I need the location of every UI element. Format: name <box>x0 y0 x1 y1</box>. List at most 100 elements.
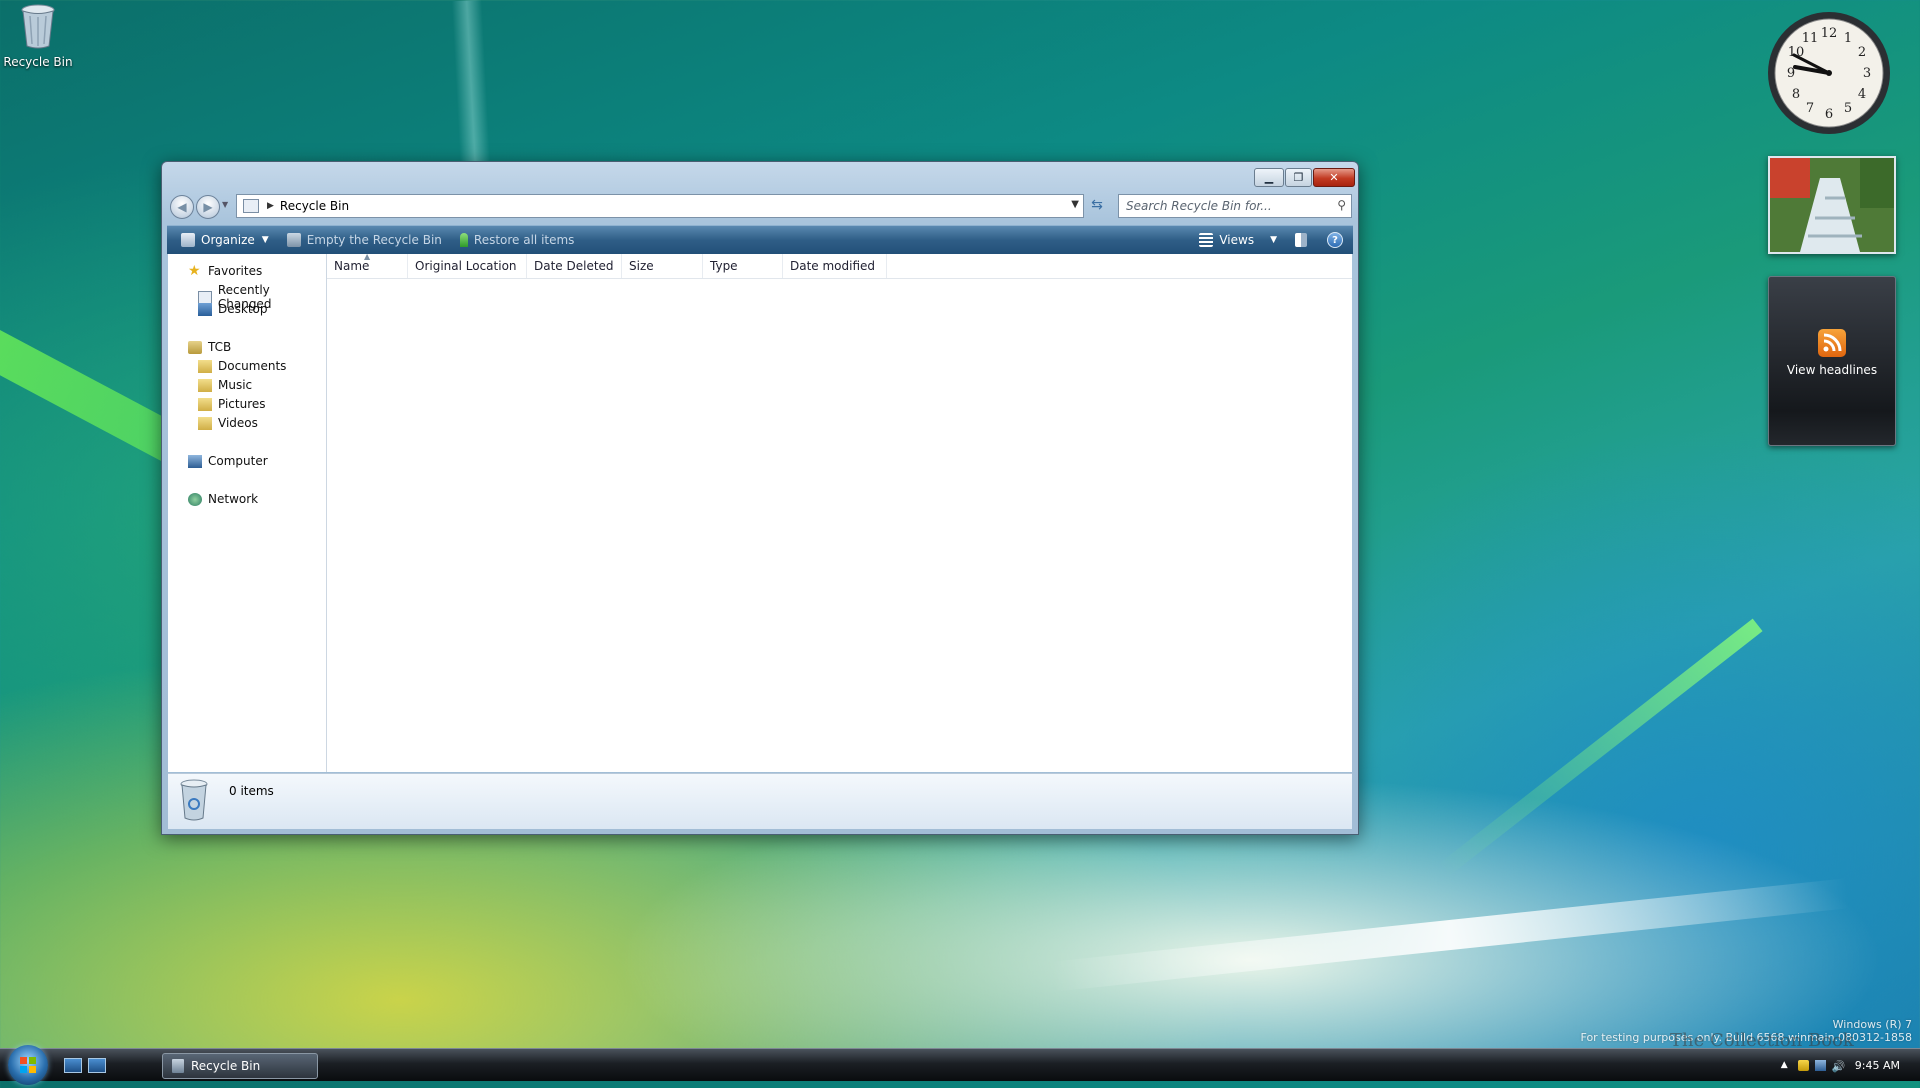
organize-label: Organize <box>201 233 255 247</box>
column-name[interactable]: ▲ Name <box>327 252 408 278</box>
user-folder-icon <box>188 340 202 354</box>
search-box[interactable]: ⚲ <box>1118 194 1352 218</box>
help-button[interactable]: ? <box>1327 232 1343 248</box>
nav-label: Network <box>208 492 259 506</box>
address-bar[interactable]: ▶ Recycle Bin ▼ <box>236 194 1084 218</box>
recycle-bin-icon <box>180 779 208 821</box>
maximize-button[interactable]: ❐ <box>1285 168 1312 187</box>
column-size[interactable]: Size <box>622 254 703 278</box>
rss-icon <box>1818 329 1846 357</box>
nav-pictures[interactable]: Pictures <box>198 397 266 411</box>
breadcrumb-recycle-bin[interactable]: Recycle Bin <box>280 199 349 213</box>
star-icon: ★ <box>188 262 201 279</box>
desktop-recycle-bin[interactable]: Recycle Bin <box>0 0 76 69</box>
column-type[interactable]: Type <box>703 254 783 278</box>
desktop-icon-label: Recycle Bin <box>3 55 73 69</box>
preview-pane-icon <box>1295 233 1307 247</box>
waterfall-image <box>1770 158 1894 252</box>
restore-icon: ❐ <box>1293 171 1304 184</box>
minimize-button[interactable]: ▁ <box>1254 168 1284 187</box>
folder-icon <box>198 397 212 411</box>
folder-icon <box>198 359 212 373</box>
breadcrumb-chevron-icon[interactable]: ▶ <box>267 201 274 211</box>
nav-label: Pictures <box>218 397 266 411</box>
help-icon: ? <box>1332 234 1338 246</box>
back-button[interactable]: ◀ <box>170 195 194 219</box>
close-button[interactable]: ✕ <box>1313 168 1355 187</box>
slideshow-gadget[interactable] <box>1768 156 1896 254</box>
column-label: Size <box>629 259 654 273</box>
forward-button[interactable]: ▶ <box>196 195 220 219</box>
refresh-button[interactable]: ⇆ <box>1086 194 1108 216</box>
column-label: Original Location <box>415 259 517 273</box>
clock-numeral: 12 <box>1821 26 1838 41</box>
wallpaper-streak <box>1437 618 1763 878</box>
views-button[interactable]: Views ▼ <box>1195 228 1281 252</box>
forward-arrow-icon: ▶ <box>203 200 213 214</box>
nav-label: Documents <box>218 359 287 373</box>
show-desktop-icon[interactable] <box>64 1058 82 1073</box>
recent-pages-dropdown-icon[interactable]: ▼ <box>222 200 228 209</box>
recycle-bin-window[interactable]: ▁ ❐ ✕ ◀ ▶ ▼ ▶ Recycle Bin ▼ ⇆ ⚲ Organize… <box>161 161 1359 835</box>
column-original-location[interactable]: Original Location <box>408 254 527 278</box>
nav-label: TCB <box>208 340 232 354</box>
column-date-deleted[interactable]: Date Deleted <box>527 254 622 278</box>
navigation-bar: ◀ ▶ ▼ ▶ Recycle Bin ▼ ⇆ ⚲ <box>170 194 1352 219</box>
volume-icon[interactable]: 🔊 <box>1832 1060 1846 1073</box>
nav-videos[interactable]: Videos <box>198 416 258 430</box>
preview-pane-button[interactable] <box>1291 228 1317 252</box>
switch-windows-icon[interactable] <box>88 1058 106 1073</box>
close-icon: ✕ <box>1329 171 1339 184</box>
clock-numeral: 4 <box>1858 87 1866 102</box>
dropdown-arrow-icon: ▼ <box>1270 235 1277 245</box>
desktop-icon <box>198 302 212 316</box>
nav-desktop[interactable]: Desktop <box>198 302 268 316</box>
recycle-bin-icon <box>172 1059 184 1073</box>
item-count: 0 items <box>229 784 274 798</box>
restore-arrow-icon <box>459 233 468 247</box>
nav-user-folder[interactable]: TCB <box>188 340 231 354</box>
clock-numeral: 5 <box>1844 101 1852 116</box>
taskbar-recycle-bin[interactable]: Recycle Bin <box>162 1053 318 1079</box>
nav-label: Desktop <box>218 302 268 316</box>
clock-time[interactable]: 9:45 AM <box>1855 1059 1900 1072</box>
nav-network[interactable]: Network <box>188 492 258 506</box>
file-list[interactable]: ▲ Name Original Location Date Deleted Si… <box>327 252 1352 772</box>
folder-icon <box>198 378 212 392</box>
address-dropdown-icon[interactable]: ▼ <box>1071 199 1079 210</box>
views-icon <box>1199 233 1214 247</box>
nav-favorites[interactable]: ★ Favorites <box>188 262 262 279</box>
show-hidden-icons-icon[interactable]: ▲ <box>1781 1060 1792 1071</box>
feed-label[interactable]: View headlines <box>1769 363 1895 377</box>
clock-numeral: 11 <box>1802 31 1819 46</box>
sort-ascending-icon: ▲ <box>364 252 371 261</box>
nav-computer[interactable]: Computer <box>188 454 268 468</box>
organize-button[interactable]: Organize ▼ <box>177 228 273 252</box>
network-icon <box>188 492 202 506</box>
clock-gadget[interactable]: 12 1 2 3 4 5 6 7 8 9 10 11 <box>1766 10 1892 136</box>
search-icon[interactable]: ⚲ <box>1337 198 1346 212</box>
clock-numeral: 1 <box>1844 31 1852 46</box>
search-input[interactable] <box>1124 198 1328 214</box>
views-label: Views <box>1219 233 1255 247</box>
nav-documents[interactable]: Documents <box>198 359 286 373</box>
details-pane: 0 items <box>168 773 1352 829</box>
wallpaper-streak <box>1050 878 1850 992</box>
network-tray-icon[interactable] <box>1814 1059 1826 1071</box>
feed-headlines-gadget[interactable]: View headlines <box>1768 276 1896 446</box>
security-shield-icon[interactable] <box>1797 1059 1809 1071</box>
computer-icon <box>188 454 202 468</box>
column-label: Type <box>710 259 738 273</box>
clock-numeral: 6 <box>1825 107 1833 122</box>
command-bar: Organize ▼ Empty the Recycle Bin Restore… <box>167 225 1353 254</box>
window-titlebar[interactable]: ▁ ❐ ✕ <box>162 162 1358 190</box>
clock-numeral: 3 <box>1863 66 1871 81</box>
nav-label: Videos <box>218 416 258 430</box>
restore-all-button[interactable]: Restore all items <box>456 228 579 252</box>
start-button[interactable] <box>8 1045 48 1085</box>
recycle-bin-small-icon <box>243 199 259 213</box>
column-date-modified[interactable]: Date modified <box>783 254 887 278</box>
nav-music[interactable]: Music <box>198 378 252 392</box>
organize-icon <box>181 233 195 247</box>
column-label: Date Deleted <box>534 259 614 273</box>
